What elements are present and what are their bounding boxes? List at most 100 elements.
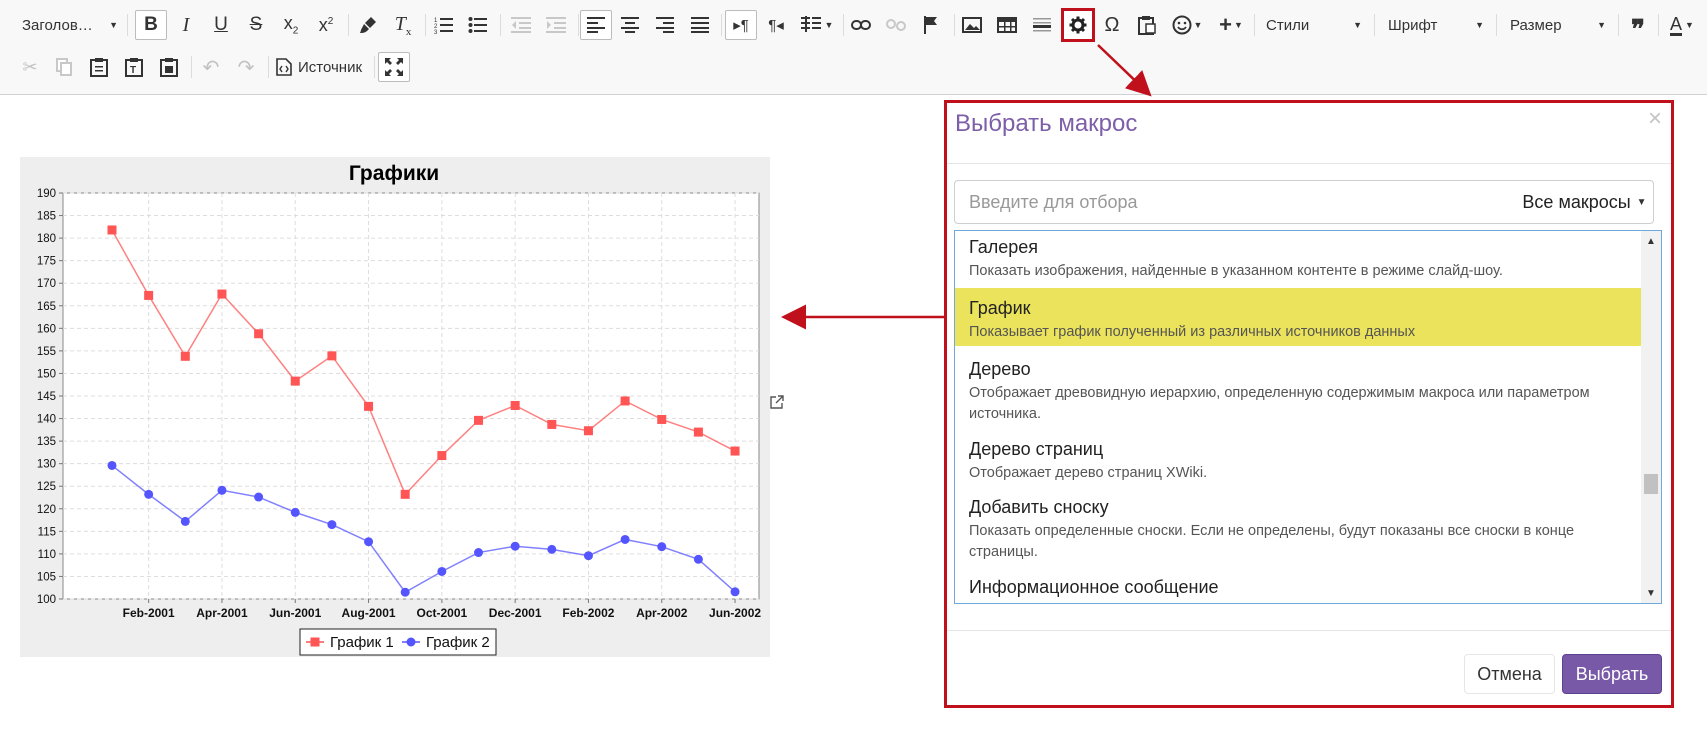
scroll-up-arrow-icon[interactable]: ▲ (1641, 233, 1661, 249)
macro-item-description: Отображает древовидную иерархию, определ… (969, 385, 1590, 422)
link-button[interactable] (845, 10, 877, 40)
horizontal-line-button[interactable] (1026, 10, 1058, 40)
toolbar-separator (191, 56, 192, 78)
scrollbar-thumb[interactable] (1644, 474, 1658, 494)
insert-macro-button[interactable] (1061, 8, 1095, 42)
macro-item-tree[interactable]: Дерево Отображает древовидную иерархию, … (955, 346, 1641, 430)
dialog-footer-divider (944, 630, 1674, 631)
y-tick-label: 175 (37, 256, 56, 268)
source-button[interactable]: Источник (272, 52, 372, 82)
data-point (144, 489, 154, 499)
scroll-down-arrow-icon[interactable]: ▼ (1641, 585, 1661, 601)
macro-item-info-message[interactable]: Информационное сообщение (955, 566, 1641, 603)
undo-button[interactable]: ↶ (195, 52, 227, 82)
unlink-button[interactable] (880, 10, 912, 40)
superscript-button[interactable]: x2 (310, 10, 342, 40)
anchor-button[interactable] (915, 10, 947, 40)
bold-button[interactable]: B (135, 10, 167, 40)
x-tick-label: Feb-2001 (123, 606, 175, 620)
copy-icon (56, 58, 72, 76)
toolbar-separator (425, 14, 426, 36)
cancel-button[interactable]: Отмена (1464, 654, 1555, 694)
italic-button[interactable]: I (170, 10, 202, 40)
macro-item-description: Показывает график полученный из различны… (969, 324, 1416, 340)
toolbar-separator (1618, 14, 1619, 36)
insert-menu-button[interactable]: + ▼ (1211, 10, 1251, 40)
cut-button[interactable]: ✂ (14, 52, 46, 82)
y-tick-label: 140 (37, 414, 56, 426)
macro-item-name: График (969, 298, 1031, 318)
macro-item-footnotes[interactable]: Добавить сноску Показать определенные сн… (955, 486, 1641, 566)
styles-select[interactable]: Стили ▼ (1262, 10, 1366, 40)
legend-label: График 2 (426, 634, 490, 651)
align-left-button[interactable] (580, 10, 612, 40)
data-point (437, 566, 447, 576)
image-button[interactable] (956, 10, 988, 40)
plus-icon: + (1219, 12, 1232, 37)
language-button[interactable]: ▼ (796, 10, 838, 40)
chevron-down-icon: ▼ (1475, 20, 1484, 30)
macro-item-chart[interactable]: График Показывает график полученный из р… (955, 288, 1641, 346)
legend-marker (406, 637, 416, 647)
macro-category-dropdown[interactable]: Все макросы ▼ (1516, 180, 1654, 224)
clipboard-icon (1138, 16, 1156, 35)
underline-button[interactable]: U (205, 10, 237, 40)
data-point (620, 534, 630, 544)
x-axis-ticks: Feb-2001 Apr-2001 Jun-2001 Aug-2001 Oct-2001… (123, 599, 761, 620)
chart-legend: График 1 График 2 (299, 628, 497, 656)
strikethrough-button[interactable]: S (240, 10, 272, 40)
copy-formatting-button[interactable] (352, 10, 384, 40)
paste-word-button[interactable] (153, 52, 185, 82)
indent-button[interactable] (540, 10, 572, 40)
outdent-button[interactable] (505, 10, 537, 40)
copy-button[interactable] (48, 52, 80, 82)
table-button[interactable] (991, 10, 1023, 40)
macro-item-page-tree[interactable]: Дерево страниц Отображает дерево страниц… (955, 430, 1641, 486)
emoji-button[interactable]: ▼ (1166, 10, 1208, 40)
unlink-icon (886, 19, 906, 31)
x-tick-label: Oct-2001 (416, 606, 467, 620)
chevron-down-icon: ▼ (1193, 20, 1203, 30)
data-point (693, 554, 703, 564)
align-right-button[interactable] (649, 10, 681, 40)
size-select-label: Размер (1510, 16, 1562, 34)
maximize-button[interactable] (378, 52, 410, 82)
special-char-button[interactable]: Ω (1096, 10, 1128, 40)
data-point (547, 544, 557, 554)
blockquote-button[interactable]: ❞ (1622, 10, 1654, 43)
paste-office-button[interactable] (1131, 10, 1163, 40)
numbered-list-button[interactable]: 123 (428, 10, 460, 40)
text-direction-ltr-button[interactable]: ▸¶ (725, 10, 757, 40)
undo-icon: ↶ (202, 56, 220, 79)
subscript-button[interactable]: x2 (275, 10, 307, 40)
remove-format-button[interactable]: Tx (387, 10, 419, 40)
font-select[interactable]: Шрифт ▼ (1384, 10, 1488, 40)
link-icon (851, 20, 871, 30)
superscript-icon: x2 (318, 14, 334, 35)
paste-button[interactable] (83, 52, 115, 82)
paste-text-button[interactable]: T (118, 52, 150, 82)
close-icon[interactable]: × (1648, 105, 1662, 133)
select-button[interactable]: Выбрать (1562, 654, 1662, 694)
language-icon (800, 16, 821, 32)
align-center-button[interactable] (614, 10, 646, 40)
data-point (327, 351, 337, 361)
text-color-button[interactable]: A ▼ (1662, 10, 1702, 40)
macro-item-name: Информационное сообщение (969, 577, 1219, 597)
align-justify-button[interactable] (684, 10, 716, 40)
macro-filter-input[interactable] (954, 180, 1517, 224)
scissors-icon: ✂ (22, 56, 38, 77)
toolbar-separator (268, 56, 269, 78)
list-scrollbar[interactable]: ▲ ▼ (1641, 231, 1661, 603)
external-link-icon[interactable] (770, 395, 784, 414)
text-direction-rtl-button[interactable]: ¶◂ (760, 10, 792, 40)
italic-icon: I (182, 13, 190, 36)
redo-button[interactable]: ↷ (230, 52, 262, 82)
data-point (730, 587, 740, 597)
macro-item-gallery[interactable]: Галерея Показать изображения, найденные … (955, 231, 1641, 288)
heading-select[interactable]: Заголов… ▼ (18, 10, 122, 40)
size-select[interactable]: Размер ▼ (1506, 10, 1610, 40)
macro-list[interactable]: Галерея Показать изображения, найденные … (954, 230, 1662, 604)
bulleted-list-button[interactable] (462, 10, 494, 40)
data-point (547, 419, 557, 429)
